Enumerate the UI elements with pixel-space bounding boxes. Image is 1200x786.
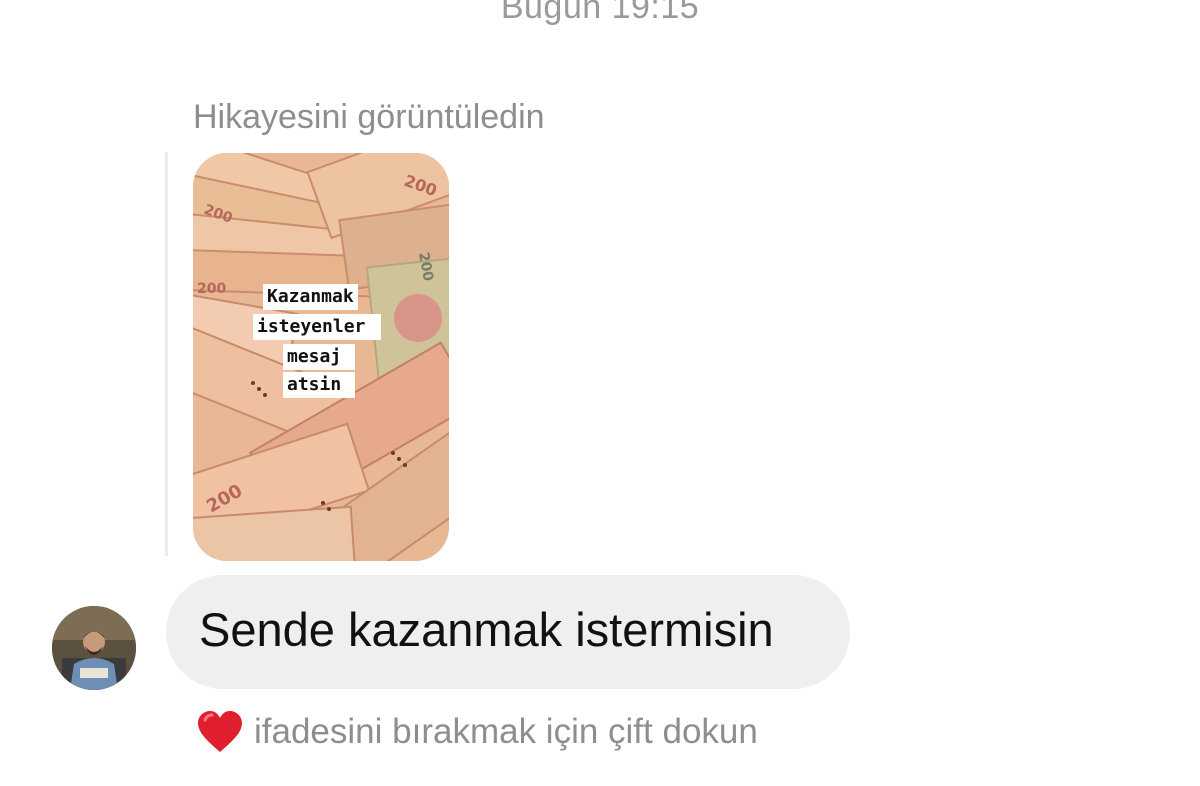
dm-thread-screen: Bugün 19:15 Hikayesini görüntüledin 200 … xyxy=(0,0,1200,786)
story-thumbnail[interactable]: 200 200 200 200 200 Kazanmak isteyenler … xyxy=(193,153,449,561)
reaction-hint: ifadesini bırakmak için çift dokun xyxy=(196,708,758,756)
message-text: Sende kazanmak istermisin xyxy=(199,603,774,656)
story-reply-divider xyxy=(165,152,168,556)
story-reply-label: Hikayesini görüntüledin xyxy=(193,98,545,136)
story-caption-line-4: atsin xyxy=(283,372,356,398)
story-caption-line-3: mesaj xyxy=(283,344,356,370)
message-timestamp: Bugün 19:15 xyxy=(500,0,700,26)
sender-avatar[interactable] xyxy=(52,606,136,690)
profile-photo xyxy=(52,606,136,690)
story-caption-line-1: Kazanmak xyxy=(263,284,358,310)
reaction-hint-text: ifadesini bırakmak için çift dokun xyxy=(254,712,758,751)
story-caption-line-2: isteyenler xyxy=(253,314,382,340)
heart-icon[interactable] xyxy=(196,710,244,754)
bill-denomination-mid: 200 xyxy=(197,281,226,297)
